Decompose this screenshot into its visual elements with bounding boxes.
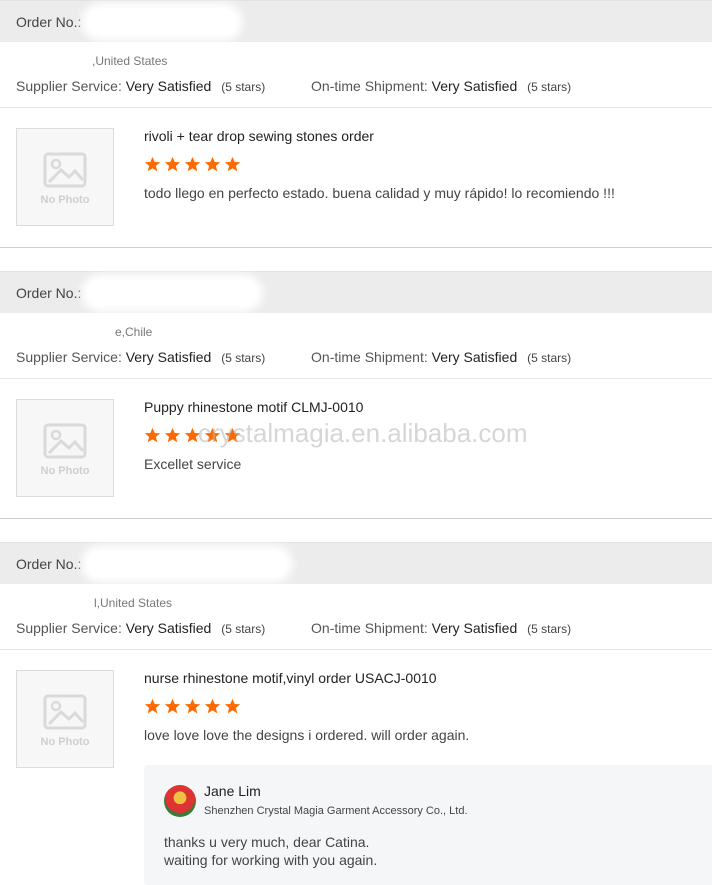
order-header: Order No.:	[0, 271, 712, 313]
review-comment: todo llego en perfecto estado. buena cal…	[144, 185, 615, 201]
buyer-location: ,United States	[92, 54, 168, 68]
supplier-service-stars: (5 stars)	[221, 351, 266, 365]
image-placeholder-icon	[43, 694, 87, 730]
image-placeholder-icon	[43, 152, 87, 188]
product-title[interactable]: rivoli + tear drop sewing stones order	[144, 128, 374, 144]
product-thumbnail[interactable]: No Photo	[16, 128, 114, 226]
service-ratings: Supplier Service: Very Satisfied (5 star…	[16, 620, 571, 636]
no-photo-text: No Photo	[40, 465, 90, 477]
order-header: Order No.:	[0, 0, 712, 42]
shipment-value: Very Satisfied	[431, 78, 518, 94]
service-ratings: Supplier Service: Very Satisfied (5 star…	[16, 349, 571, 365]
supplier-service-stars: (5 stars)	[221, 622, 266, 636]
order-card: Order No.: e,Chile Supplier Service: Ver…	[0, 271, 712, 519]
star-icon	[204, 156, 221, 172]
supplier-service-stars: (5 stars)	[221, 80, 266, 94]
reply-line: thanks u very much, dear Catina.	[164, 834, 370, 850]
no-photo-text: No Photo	[40, 194, 90, 206]
supplier-service-value: Very Satisfied	[125, 620, 212, 636]
star-icon	[164, 698, 181, 714]
avatar	[164, 785, 196, 817]
star-rating	[144, 698, 241, 715]
product-thumbnail[interactable]: No Photo	[16, 399, 114, 497]
shipment-value: Very Satisfied	[431, 620, 518, 636]
order-summary: ,United States Supplier Service: Very Sa…	[0, 42, 712, 108]
star-icon	[144, 427, 161, 443]
reply-author-name: Jane Lim	[204, 783, 261, 799]
review-comment: love love love the designs i ordered. wi…	[144, 727, 470, 743]
service-ratings: Supplier Service: Very Satisfied (5 star…	[16, 78, 571, 94]
product-title[interactable]: Puppy rhinestone motif CLMJ-0010	[144, 399, 363, 415]
image-placeholder-icon	[43, 423, 87, 459]
supplier-service-value: Very Satisfied	[125, 349, 212, 365]
star-icon	[164, 427, 181, 443]
star-rating	[144, 156, 241, 173]
shipment-label: On-time Shipment:	[311, 78, 428, 94]
order-number-label: Order No.:	[16, 13, 82, 30]
star-icon	[224, 698, 241, 714]
order-summary: l,United States Supplier Service: Very S…	[0, 584, 712, 650]
review: No Photo rivoli + tear drop sewing stone…	[0, 108, 712, 248]
review-comment: Excellet service	[144, 456, 242, 472]
no-photo-text: No Photo	[40, 736, 90, 748]
star-icon	[164, 156, 181, 172]
star-icon	[184, 156, 201, 172]
reply-line: waiting for working with you again.	[164, 852, 378, 868]
star-icon	[144, 156, 161, 172]
order-card: Order No.: l,United States Supplier Serv…	[0, 542, 712, 790]
order-number-label: Order No.:	[16, 284, 82, 301]
redacted-order-number	[87, 8, 238, 35]
supplier-service-value: Very Satisfied	[125, 78, 212, 94]
shipment-stars: (5 stars)	[527, 622, 572, 636]
buyer-location: l,United States	[94, 596, 173, 610]
order-summary: e,Chile Supplier Service: Very Satisfied…	[0, 313, 712, 379]
order-card: Order No.: ,United States Supplier Servi…	[0, 0, 712, 248]
supplier-service-label: Supplier Service:	[16, 349, 122, 365]
supplier-service-label: Supplier Service:	[16, 620, 122, 636]
star-icon	[224, 156, 241, 172]
reply-company: Shenzhen Crystal Magia Garment Accessory…	[204, 805, 468, 817]
shipment-stars: (5 stars)	[527, 80, 572, 94]
star-icon	[144, 698, 161, 714]
order-number-label: Order No.:	[16, 555, 82, 572]
star-icon	[184, 698, 201, 714]
order-header: Order No.:	[0, 542, 712, 584]
supplier-service-label: Supplier Service:	[16, 78, 122, 94]
redacted-order-number	[87, 279, 258, 306]
supplier-reply: Jane Lim Shenzhen Crystal Magia Garment …	[144, 765, 712, 885]
product-thumbnail[interactable]: No Photo	[16, 670, 114, 768]
reply-text: thanks u very much, dear Catina. waiting…	[164, 833, 377, 869]
review: No Photo Puppy rhinestone motif CLMJ-001…	[0, 379, 712, 519]
buyer-location: e,Chile	[115, 325, 153, 339]
redacted-order-number	[87, 550, 288, 577]
shipment-stars: (5 stars)	[527, 351, 572, 365]
star-icon	[204, 698, 221, 714]
shipment-label: On-time Shipment:	[311, 349, 428, 365]
shipment-label: On-time Shipment:	[311, 620, 428, 636]
shipment-value: Very Satisfied	[431, 349, 518, 365]
product-title[interactable]: nurse rhinestone motif,vinyl order USACJ…	[144, 670, 437, 686]
watermark: crystalmagia.en.alibaba.com	[198, 418, 528, 448]
